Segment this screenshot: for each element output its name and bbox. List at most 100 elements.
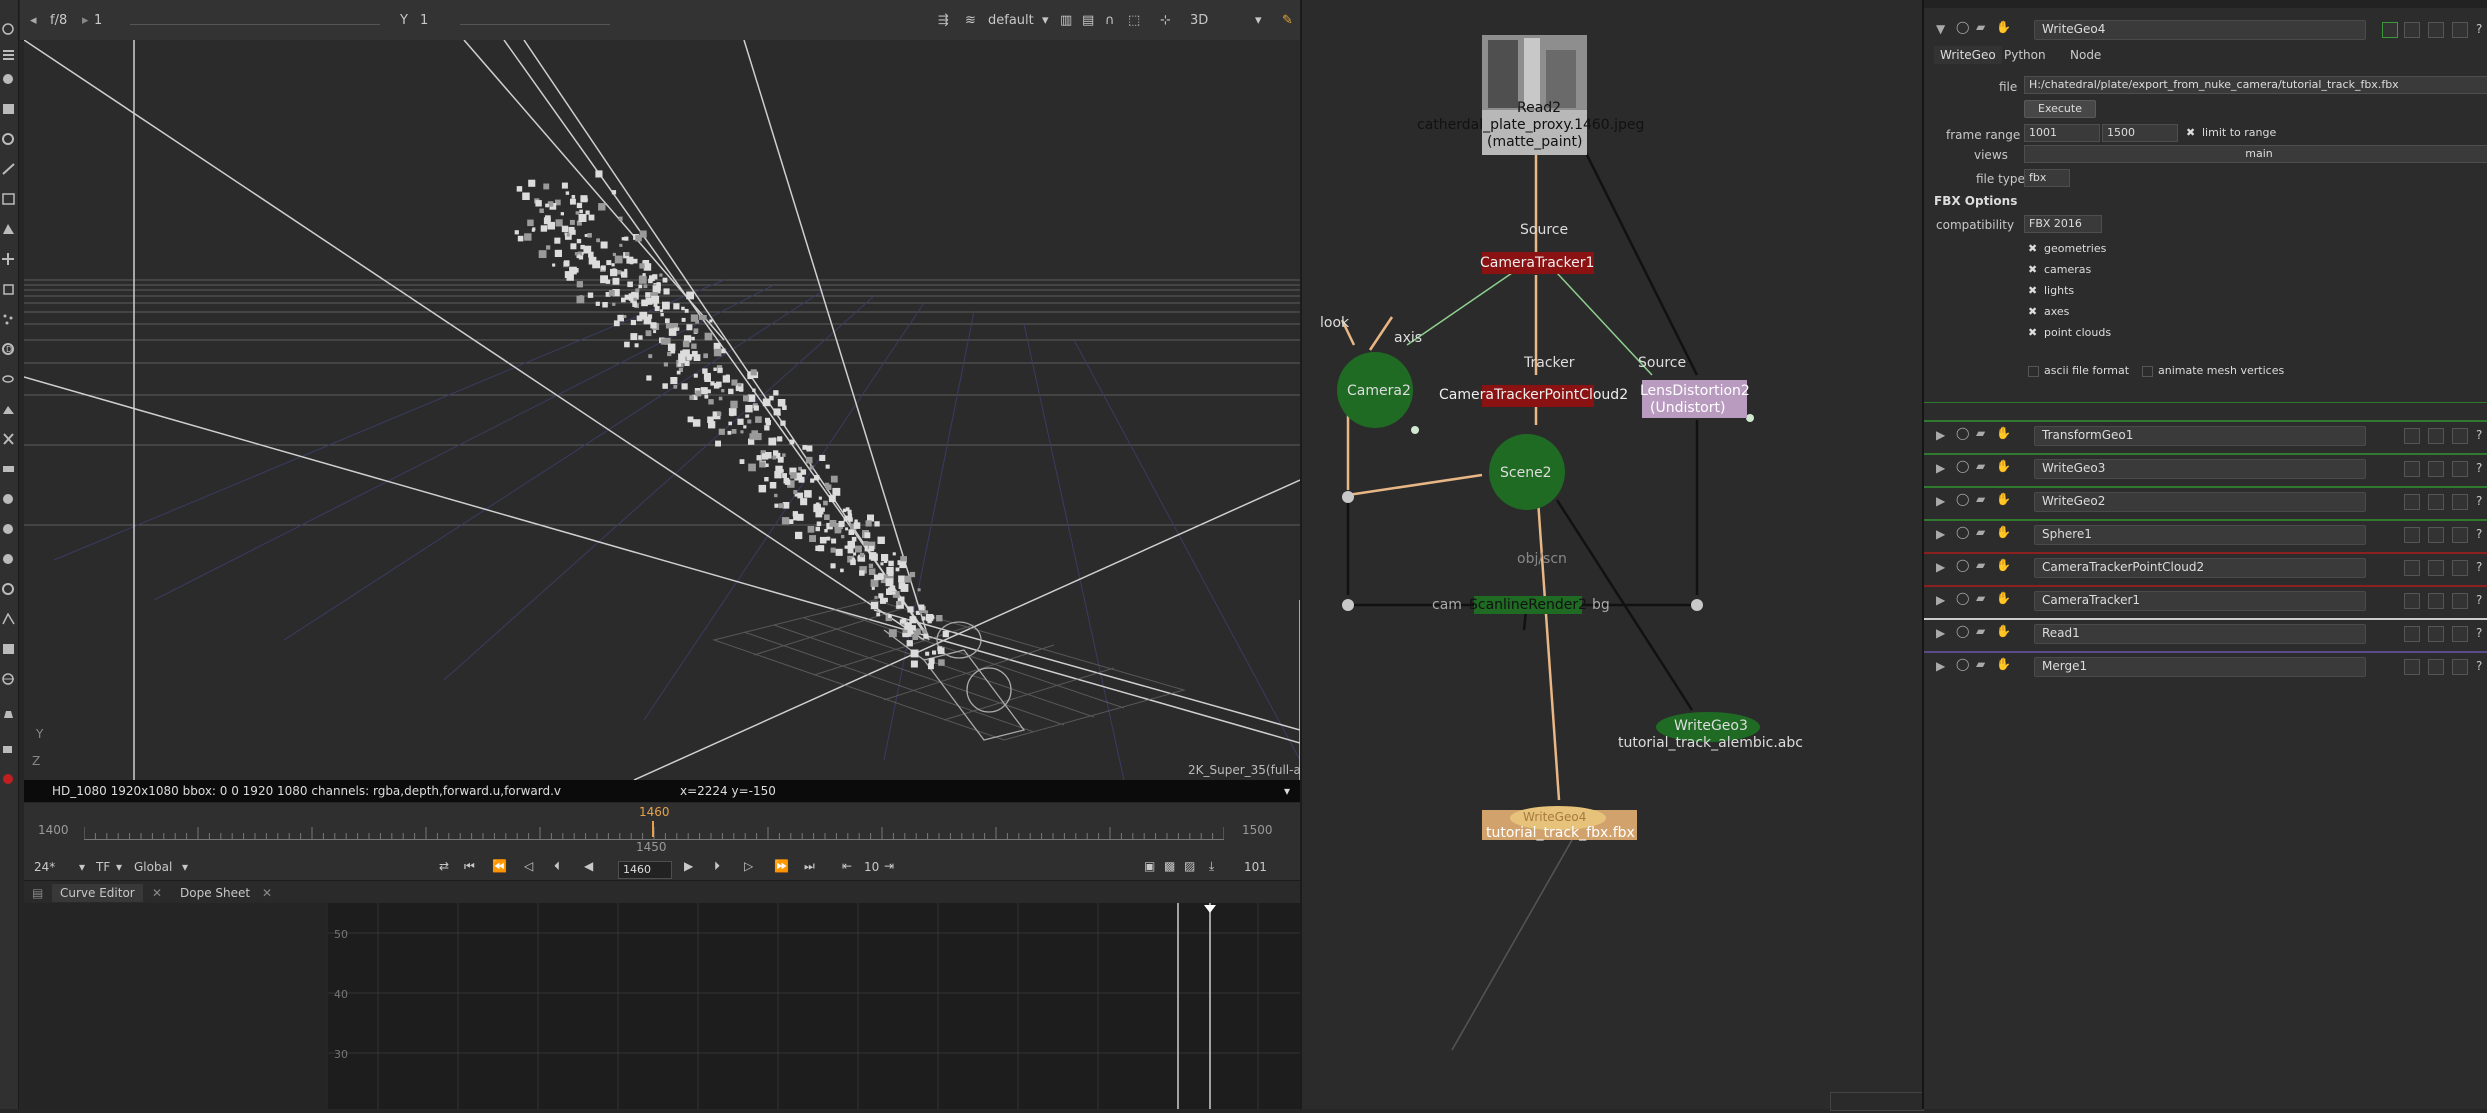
keyer-tool-icon[interactable] xyxy=(2,190,15,205)
pointclouds-check-icon[interactable]: ✖ xyxy=(2028,326,2037,339)
next-keyframe-icon[interactable]: ⏩ xyxy=(774,859,789,873)
close-panel-icon[interactable] xyxy=(2452,659,2468,675)
ascii-checkbox[interactable] xyxy=(2028,366,2039,377)
tab-writegeo[interactable]: WriteGeo xyxy=(1934,46,2002,64)
playhead[interactable] xyxy=(652,821,654,837)
tf-dropdown-icon[interactable]: ▾ xyxy=(116,860,122,874)
close-panel-icon[interactable] xyxy=(2452,22,2468,38)
float-icon[interactable] xyxy=(2428,22,2444,38)
hand-icon[interactable]: ✋ xyxy=(1996,20,2011,34)
color-tool-icon[interactable] xyxy=(2,130,15,145)
node-circle-icon[interactable]: ◯ xyxy=(1956,657,1969,671)
node-color-icon[interactable]: ▰ xyxy=(1976,492,1985,506)
view-mode-select[interactable]: 3D xyxy=(1190,13,1208,28)
node-color-icon[interactable]: ▰ xyxy=(1976,459,1985,473)
hand-icon[interactable]: ✋ xyxy=(1996,657,2011,671)
node-panel-row[interactable]: ▶ ◯ ▰ ✋ CameraTrackerPointCloud2? xyxy=(1924,552,2487,580)
compatibility-select[interactable]: FBX 2016 xyxy=(2024,215,2102,233)
execute-button[interactable]: Execute xyxy=(2024,100,2096,118)
list-tool-icon[interactable] xyxy=(2,45,15,60)
merge-tool-icon[interactable] xyxy=(2,220,15,234)
3d-tool-icon[interactable] xyxy=(2,280,15,295)
tab-dope-sheet[interactable]: Dope Sheet xyxy=(172,884,258,902)
increment-next-icon[interactable]: ⇥ xyxy=(884,859,894,873)
lights-check-icon[interactable]: ✖ xyxy=(2028,284,2037,297)
tab-python[interactable]: Python xyxy=(2004,48,2046,62)
overlay-icon[interactable]: ⇶ xyxy=(938,13,949,28)
help-icon[interactable]: ? xyxy=(2476,494,2482,508)
views-tool-icon[interactable] xyxy=(2,370,15,383)
collapse-arrow-icon[interactable]: ▼ xyxy=(1936,22,1945,36)
node-circle-icon[interactable]: ◯ xyxy=(1956,525,1969,539)
revert-icon[interactable] xyxy=(2404,428,2420,444)
gamma-field[interactable]: 1 xyxy=(420,13,428,28)
help-icon[interactable]: ? xyxy=(2476,527,2482,541)
close-curve-editor-icon[interactable]: ✕ xyxy=(144,884,170,902)
node-panel-row[interactable]: ▶ ◯ ▰ ✋ Sphere1? xyxy=(1924,519,2487,547)
views-field[interactable]: main xyxy=(2024,145,2487,163)
paint-tool-icon[interactable] xyxy=(2,70,15,84)
fps-dropdown-icon[interactable]: ▾ xyxy=(79,860,85,874)
gizmo-tool-icon[interactable] xyxy=(2,550,15,564)
revert-icon[interactable] xyxy=(2404,527,2420,543)
other-tool-icon[interactable] xyxy=(2,460,15,472)
gain-slider[interactable] xyxy=(130,14,380,25)
scanlinerender-node[interactable]: ScanlineRender2 xyxy=(1469,597,1587,613)
help-icon[interactable]: ? xyxy=(2476,593,2482,607)
hand-icon[interactable]: ✋ xyxy=(1996,525,2011,539)
float-icon[interactable] xyxy=(2428,593,2444,609)
node-color-icon[interactable]: ▰ xyxy=(1976,624,1985,638)
draw-tool-icon[interactable] xyxy=(2,20,15,35)
node-panel-row[interactable]: ▶ ◯ ▰ ✋ Merge1? xyxy=(1924,651,2487,679)
animate-mesh-checkbox[interactable] xyxy=(2142,366,2153,377)
help-icon[interactable]: ? xyxy=(2476,659,2482,673)
camera-tool-icon[interactable] xyxy=(2,740,15,753)
toolsets-tool-icon[interactable] xyxy=(2,430,15,445)
hand-icon[interactable]: ✋ xyxy=(1996,558,2011,572)
bell-tool-icon[interactable] xyxy=(2,705,15,718)
tab-curve-editor[interactable]: Curve Editor xyxy=(52,884,143,902)
3d-viewport[interactable]: Y Z 2K_Super_35(full-a xyxy=(24,40,1300,780)
close-panel-icon[interactable] xyxy=(2452,626,2468,642)
tf-select[interactable]: TF xyxy=(96,860,110,874)
hand-icon[interactable]: ✋ xyxy=(1996,492,2011,506)
axes-check-icon[interactable]: ✖ xyxy=(2028,305,2037,318)
globe-tool-icon[interactable] xyxy=(2,670,15,685)
play-back-icon[interactable]: ◀ xyxy=(584,859,593,873)
current-frame-field[interactable]: 1460 xyxy=(618,861,672,879)
writegeo4-node[interactable]: WriteGeo4 xyxy=(1523,810,1586,824)
help-icon[interactable]: ? xyxy=(2476,428,2482,442)
node-color-icon[interactable]: ▰ xyxy=(1976,558,1985,572)
expand-arrow-icon[interactable]: ▶ xyxy=(1936,494,1945,508)
increment-field[interactable]: 10 xyxy=(864,860,879,874)
close-panel-icon[interactable] xyxy=(2452,428,2468,444)
cameras-check-icon[interactable]: ✖ xyxy=(2028,263,2037,276)
node-panel-row[interactable]: ▶ ◯ ▰ ✋ TransformGeo1? xyxy=(1924,420,2487,448)
expand-arrow-icon[interactable]: ▶ xyxy=(1936,626,1945,640)
read2-node[interactable]: Read2 xyxy=(1517,100,1561,116)
node-panel-row[interactable]: ▶ ◯ ▰ ✋ WriteGeo2? xyxy=(1924,486,2487,514)
limit-check-icon[interactable]: ✖ xyxy=(2186,126,2195,139)
ocula-tool-icon[interactable] xyxy=(2,520,15,534)
close-panel-icon[interactable] xyxy=(2452,461,2468,477)
step-back-icon[interactable]: ⏴ xyxy=(554,859,560,874)
revert-icon[interactable] xyxy=(2404,626,2420,642)
loop-icon[interactable]: ⇄ xyxy=(439,859,449,873)
next-increment-icon[interactable]: ▷ xyxy=(744,859,753,873)
camera2-node[interactable]: Camera2 xyxy=(1347,383,1411,399)
close-panel-icon[interactable] xyxy=(2452,560,2468,576)
float-icon[interactable] xyxy=(2428,527,2444,543)
node-panel-row[interactable]: ▶ ◯ ▰ ✋ CameraTracker1? xyxy=(1924,585,2487,613)
curve-editor-graph[interactable]: 50 40 30 xyxy=(328,903,1300,1109)
float-icon[interactable] xyxy=(2428,494,2444,510)
last-frame-icon[interactable]: ⏭ xyxy=(804,859,815,874)
node-panel-row[interactable]: ▶ ◯ ▰ ✋ WriteGeo3? xyxy=(1924,453,2487,481)
first-frame-icon[interactable]: ⏮ xyxy=(464,859,475,874)
geometries-check-icon[interactable]: ✖ xyxy=(2028,242,2037,255)
lut-dropdown-icon[interactable]: ▾ xyxy=(1042,13,1049,28)
prev-arrow-icon[interactable]: ◂ xyxy=(30,13,37,28)
file-path-field[interactable]: H:/chatedral/plate/export_from_nuke_came… xyxy=(2024,76,2487,94)
hand-icon[interactable]: ✋ xyxy=(1996,591,2011,605)
node-panel-row[interactable]: ▶ ◯ ▰ ✋ Read1? xyxy=(1924,618,2487,646)
float-icon[interactable] xyxy=(2428,626,2444,642)
